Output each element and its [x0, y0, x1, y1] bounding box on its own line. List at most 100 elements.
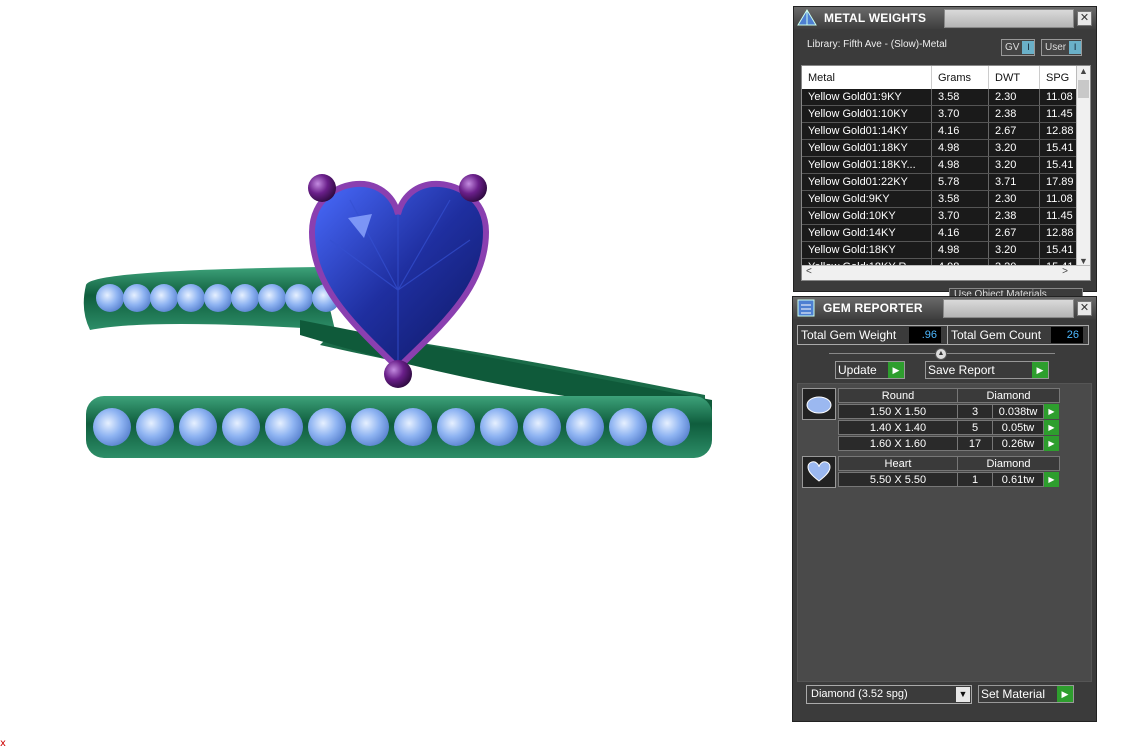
table-row[interactable]: Yellow Gold01:9KY 3.58 2.30 11.08 — [802, 89, 1090, 106]
band-stone — [177, 284, 205, 312]
table-row[interactable]: Yellow Gold01:18KY... 4.98 3.20 15.41 — [802, 157, 1090, 174]
upper-band-stones — [96, 284, 340, 312]
table-cell: 15.41 — [1040, 242, 1077, 258]
size-slider[interactable]: ▲ — [829, 348, 1055, 360]
user-toggle[interactable]: User I — [1041, 39, 1083, 56]
gem-size-cell: 1.40 X 1.40 — [838, 420, 958, 435]
table-cell: 17.89 — [1040, 174, 1077, 190]
band-stone — [204, 284, 232, 312]
gem-material-header: Diamond — [957, 388, 1060, 403]
table-cell: 2.38 — [989, 208, 1040, 224]
band-stone — [480, 408, 518, 446]
vertical-scrollbar[interactable]: ▲ ▼ — [1076, 66, 1090, 266]
table-cell: 12.88 — [1040, 123, 1077, 139]
metal-weights-titlebar[interactable]: METAL WEIGHTS ✕ — [794, 7, 1096, 29]
play-icon[interactable]: ▶ — [1044, 404, 1059, 419]
play-icon[interactable]: ▶ — [1044, 472, 1059, 487]
heart-gem-icon[interactable] — [802, 456, 836, 488]
band-stone — [150, 284, 178, 312]
gem-count-cell: 3 — [957, 404, 993, 419]
gem-count-cell: 1 — [957, 472, 993, 487]
titlebar-fill — [943, 299, 1074, 318]
band-stone — [308, 408, 346, 446]
play-icon: ▶ — [888, 362, 904, 378]
table-cell: 4.98 — [932, 157, 989, 173]
gem-size-cell: 1.60 X 1.60 — [838, 436, 958, 451]
table-cell: 5.78 — [932, 174, 989, 190]
column-header-spg[interactable]: SPG — [1040, 66, 1077, 89]
material-select[interactable]: Diamond (3.52 spg) ▼ — [806, 685, 972, 704]
gem-material-header: Diamond — [957, 456, 1060, 471]
table-header: Metal Grams DWT SPG — [802, 66, 1090, 89]
table-cell: 2.67 — [989, 123, 1040, 139]
metal-weights-table: Metal Grams DWT SPG Yellow Gold01:9KY 3.5… — [801, 65, 1091, 281]
band-stone — [285, 284, 313, 312]
column-header-dwt[interactable]: DWT — [989, 66, 1040, 89]
gem-reporter-titlebar[interactable]: GEM REPORTER ✕ — [793, 297, 1096, 319]
table-row[interactable]: Yellow Gold01:18KY 4.98 3.20 15.41 — [802, 140, 1090, 157]
close-icon[interactable]: ✕ — [1077, 11, 1092, 26]
gem-reporter-panel: GEM REPORTER ✕ Total Gem Weight .96 Tota… — [792, 296, 1097, 722]
gem-weight-cell: 0.038tw — [992, 404, 1044, 419]
scroll-left-icon[interactable]: < — [806, 266, 812, 277]
set-material-button[interactable]: Set Material ▶ — [978, 685, 1074, 703]
table-cell: Yellow Gold01:10KY — [802, 106, 932, 122]
column-header-metal[interactable]: Metal — [802, 66, 932, 89]
round-gem-icon[interactable] — [802, 388, 836, 420]
gem-shape-header: Heart — [838, 456, 958, 471]
slider-knob[interactable]: ▲ — [935, 348, 947, 360]
library-label: Library: Fifth Ave - (Slow)-Metal — [807, 38, 947, 50]
ring-3d-viewport[interactable] — [0, 0, 790, 750]
total-gem-weight-field: Total Gem Weight .96 — [797, 325, 949, 345]
table-row[interactable]: Yellow Gold:18KY 4.98 3.20 15.41 — [802, 242, 1090, 259]
table-cell: 12.88 — [1040, 225, 1077, 241]
table-cell: Yellow Gold:14KY — [802, 225, 932, 241]
table-row[interactable]: Yellow Gold:10KY 3.70 2.38 11.45 — [802, 208, 1090, 225]
close-icon[interactable]: ✕ — [1077, 301, 1092, 316]
band-stone — [351, 408, 389, 446]
pyramid-icon — [796, 8, 818, 28]
gem-size-cell: 5.50 X 5.50 — [838, 472, 958, 487]
table-row[interactable]: Yellow Gold:9KY 3.58 2.30 11.08 — [802, 191, 1090, 208]
table-row[interactable]: Yellow Gold01:14KY 4.16 2.67 12.88 — [802, 123, 1090, 140]
gem-size-cell: 1.50 X 1.50 — [838, 404, 958, 419]
chevron-down-icon[interactable]: ▼ — [956, 687, 970, 702]
band-stone — [609, 408, 647, 446]
table-cell: 11.08 — [1040, 191, 1077, 207]
table-cell: 4.16 — [932, 123, 989, 139]
gem-weight-cell: 0.05tw — [992, 420, 1044, 435]
band-stone — [96, 284, 124, 312]
table-cell: 11.45 — [1040, 208, 1077, 224]
scroll-right-icon[interactable]: > — [1062, 266, 1068, 277]
scroll-thumb[interactable] — [1078, 80, 1089, 98]
play-icon[interactable]: ▶ — [1044, 436, 1059, 451]
table-row[interactable]: Yellow Gold:14KY 4.16 2.67 12.88 — [802, 225, 1090, 242]
gv-toggle[interactable]: GV I — [1001, 39, 1036, 56]
horizontal-scrollbar[interactable]: < > — [802, 265, 1090, 280]
play-icon[interactable]: ▶ — [1044, 420, 1059, 435]
table-cell: 3.70 — [932, 208, 989, 224]
gem-list: Round Diamond 1.50 X 1.50 3 0.038tw ▶ 1.40 X 1… — [797, 383, 1092, 682]
table-cell: Yellow Gold:18KY — [802, 242, 932, 258]
table-cell: 4.16 — [932, 225, 989, 241]
table-cell: 4.98 — [932, 242, 989, 258]
titlebar-fill — [944, 9, 1074, 28]
table-cell: 2.67 — [989, 225, 1040, 241]
band-stone — [652, 408, 690, 446]
table-cell: 11.08 — [1040, 89, 1077, 105]
play-icon: ▶ — [1057, 686, 1073, 702]
total-gem-count-field: Total Gem Count 26 — [947, 325, 1089, 345]
gem-count-cell: 17 — [957, 436, 993, 451]
table-row[interactable]: Yellow Gold01:22KY 5.78 3.71 17.89 — [802, 174, 1090, 191]
update-button[interactable]: Update ▶ — [835, 361, 905, 379]
column-header-grams[interactable]: Grams — [932, 66, 989, 89]
scroll-up-icon[interactable]: ▲ — [1077, 66, 1090, 76]
table-row[interactable]: Yellow Gold01:10KY 3.70 2.38 11.45 — [802, 106, 1090, 123]
band-stone — [93, 408, 131, 446]
band-stone — [231, 284, 259, 312]
table-cell: 11.45 — [1040, 106, 1077, 122]
save-report-button[interactable]: Save Report ▶ — [925, 361, 1049, 379]
table-cell: 15.41 — [1040, 140, 1077, 156]
gem-count-cell: 5 — [957, 420, 993, 435]
band-stone — [566, 408, 604, 446]
